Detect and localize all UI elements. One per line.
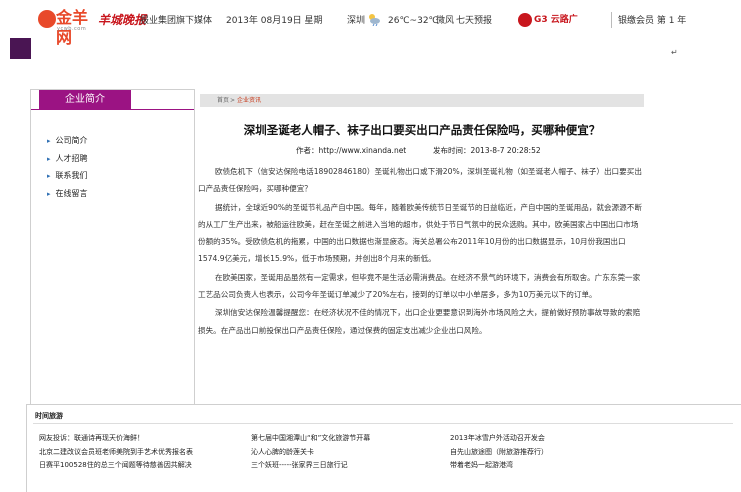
news-link[interactable]: 网友投诉：联通诗再现天价海鲜！: [39, 432, 193, 446]
triangle-bullet-icon: ▸: [47, 190, 51, 199]
partner-logo[interactable]: 羊城晚报: [98, 13, 146, 27]
news-link[interactable]: 带着老妈一起游港湾: [450, 459, 548, 473]
news-link[interactable]: 三个妖班-----张家界三日旅行记: [251, 459, 370, 473]
breadcrumb-separator: >: [230, 97, 236, 104]
sidebar-heading: 企业简介: [39, 90, 131, 109]
news-heading: 时间旅游: [35, 412, 63, 420]
return-glyph-icon: ↵: [671, 48, 678, 57]
weather-city: 深圳: [347, 16, 366, 26]
article-paragraph: 欧债危机下（信安达保险电话18902846180）圣诞礼物出口或下滑20%，深圳…: [198, 167, 642, 194]
forecast-link[interactable]: 七天预报: [456, 15, 492, 27]
current-date: 2013年 08月19日 星期: [226, 16, 323, 26]
news-link[interactable]: 北京二建改议会员班老师美院到手艺术优秀报名表: [39, 446, 193, 460]
wind-text: 微风: [436, 16, 455, 26]
article-date: 发布时间：2013-8-7 20:28:52: [433, 146, 541, 155]
sidebar-item-company[interactable]: ▸ 公司简介: [47, 132, 88, 150]
news-column-2: 第七届中国湘潭山“和”文化旅游节开幕 沁人心脾的龄莲关卡 三个妖班-----张家…: [251, 432, 370, 473]
sponsor-text: G3 云路广: [534, 15, 578, 25]
sidebar-menu: ▸ 公司简介 ▸ 人才招聘 ▸ 联系我们 ▸ 在线留言: [47, 132, 88, 203]
site-logo[interactable]: 金羊网 ycwb.com: [38, 8, 92, 47]
article-paragraph: 据统计，全球近90%的圣诞节礼品产自中国。每年，随着欧美传统节日圣诞节的日益临近…: [198, 202, 642, 264]
breadcrumb-current[interactable]: 企业资讯: [237, 94, 261, 107]
sidebar-item-label: 人才招聘: [55, 153, 88, 163]
news-column-1: 网友投诉：联通诗再现天价海鲜！ 北京二建改议会员班老师美院到手艺术优秀报名表 日…: [39, 432, 193, 473]
cloud-sun-icon: [369, 14, 380, 26]
brand-square: [10, 38, 31, 59]
news-panel: 时间旅游 网友投诉：联通诗再现天价海鲜！ 北京二建改议会员班老师美院到手艺术优秀…: [26, 404, 741, 492]
sidebar-item-label: 联系我们: [55, 171, 88, 181]
triangle-bullet-icon: ▸: [47, 172, 51, 181]
sidebar: 企业简介 ▸ 公司简介 ▸ 人才招聘 ▸ 联系我们 ▸ 在线留言: [30, 89, 195, 406]
breadcrumb: 首页 > 企业资讯: [200, 94, 644, 107]
sidebar-item-label: 公司简介: [55, 136, 88, 145]
news-link[interactable]: 沁人心脾的龄莲关卡: [251, 446, 370, 460]
sidebar-item-message[interactable]: ▸ 在线留言: [47, 185, 88, 203]
sidebar-item-contact[interactable]: ▸ 联系我们: [47, 167, 88, 185]
triangle-bullet-icon: ▸: [47, 154, 51, 163]
news-link[interactable]: 第七届中国湘潭山“和”文化旅游节开幕: [251, 432, 370, 446]
sidebar-item-jobs[interactable]: ▸ 人才招聘: [47, 150, 88, 168]
news-column-3: 2013年冰雪户外活动召开发会 自先山旅途图（附旅游推荐行） 带着老妈一起游港湾: [450, 432, 548, 473]
news-link[interactable]: 自先山旅途图（附旅游推荐行）: [450, 446, 548, 460]
sidebar-heading-line: [31, 109, 194, 110]
sponsor-logo[interactable]: G3 云路广: [518, 12, 590, 28]
triangle-bullet-icon: ▸: [47, 137, 51, 145]
logo-subtext: ycwb.com: [57, 26, 87, 32]
header-divider: [611, 12, 612, 28]
article-title: 深圳圣诞老人帽子、袜子出口要买出口产品责任保险吗，买哪种便宜？: [243, 123, 601, 137]
member-status: 银缴会员 第 1 年: [618, 16, 687, 26]
logo-mark-icon: [38, 10, 56, 28]
article-paragraph: 深圳信安达保险温馨提醒您：在经济状况不佳的情况下，出口企业更要意识到海外市场风险…: [198, 308, 641, 335]
sponsor-mark-icon: [518, 13, 532, 27]
news-divider: [33, 423, 733, 424]
slogan-text: 报业集团旗下媒体: [140, 16, 213, 26]
temperature-range: 26℃~32℃: [388, 16, 439, 26]
breadcrumb-home[interactable]: 首页: [217, 94, 229, 107]
top-bar: 金羊网 ycwb.com 羊城晚报 报业集团旗下媒体 2013年 08月19日 …: [0, 0, 741, 47]
sidebar-item-label: 在线留言: [55, 189, 88, 199]
news-link[interactable]: 2013年冰雪户外活动召开发会: [450, 432, 548, 446]
article-paragraph: 在欧美国家，圣诞用品虽然有一定需求，但毕竟不是生活必需消费品。在经济不景气的环境…: [198, 272, 641, 300]
article-body: 欧债危机下（信安达保险电话18902846180）圣诞礼物出口或下滑20%，深圳…: [198, 163, 646, 339]
article-author: 作者：http://www.xinanda.net: [296, 146, 407, 155]
news-link[interactable]: 日赛平100528住的总三个闻题等待慈善因共解决: [39, 459, 193, 473]
